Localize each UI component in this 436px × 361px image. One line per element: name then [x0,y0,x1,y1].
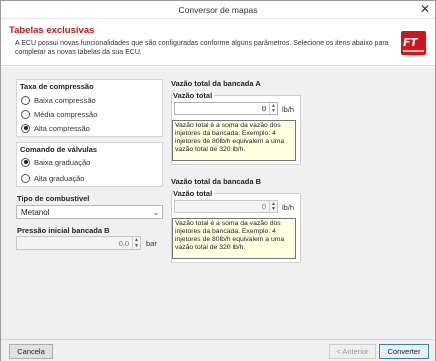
fuel-type-label: Tipo de combustível [17,194,90,203]
radio-button[interactable] [21,173,30,183]
bank-b-unit: lb/h [282,203,295,212]
radio-button[interactable] [21,109,30,119]
wizard-footer: Cancela < Anterior Converter [1,339,435,361]
brand-logo-text: FT [403,36,418,49]
radio-label: Alta graduação [34,173,85,183]
bank-b-flow-spinbox[interactable]: 0 ▲ ▼ [174,200,278,213]
compression-group: Taxa de compressão Baixa compressão Médi… [16,79,163,137]
brand-logo: FT [401,31,426,55]
pressure-label: Pressão inicial bancada B [17,226,110,235]
fuel-type-select[interactable]: Metanol ⌄ [16,205,163,219]
pressure-value: 0,0 [118,238,129,248]
radio-low-compression[interactable]: Baixa compressão [21,95,96,105]
compression-title: Taxa de compressão [20,82,94,91]
radio-label: Baixa graduação [34,157,91,167]
bank-a-flow-value: 0 [261,104,266,113]
bank-b-legend: Vazão total [173,189,215,198]
cancel-button[interactable]: Cancela [9,344,53,359]
fuel-type-value: Metanol [21,207,50,217]
radio-button-selected[interactable] [21,123,30,133]
bank-b-title: Vazão total da bancada B [171,177,262,186]
radio-label: Alta compressão [34,123,90,133]
radio-label: Média compressão [34,109,98,119]
previous-button[interactable]: < Anterior [329,344,376,359]
bank-b-tooltip: Vazão total é a soma da vazão dos injeto… [172,218,296,259]
radio-button-selected[interactable] [21,157,30,167]
content-area: Taxa de compressão Baixa compressão Médi… [1,67,435,339]
spin-arrows-icon[interactable]: ▲ ▼ [132,237,140,249]
spin-arrows-icon[interactable]: ▲ ▼ [269,201,277,212]
radio-high-compression[interactable]: Alta compressão [21,123,90,133]
close-icon[interactable]: ✕ [420,2,430,16]
spin-arrows-icon[interactable]: ▲ ▼ [269,103,277,114]
radio-button[interactable] [21,95,30,105]
bank-a-flow-spinbox[interactable]: 0 ▲ ▼ [174,102,278,115]
page-title: Tabelas exclusivas [9,25,95,36]
converter-window: Conversor de mapas ✕ Tabelas exclusivas … [0,0,436,361]
radio-medium-compression[interactable]: Média compressão [21,109,97,119]
valves-title: Comando de válvulas [20,145,98,154]
valves-group: Comando de válvulas Baixa graduação Alta… [16,142,163,187]
bank-a-tooltip: Vazão total é a soma da vazão dos injeto… [172,120,296,161]
convert-button[interactable]: Converter [379,344,429,359]
chevron-down-icon[interactable]: ⌄ [150,208,162,217]
bank-a-unit: lb/h [282,105,295,114]
pressure-spinbox[interactable]: 0,0 ▲ ▼ [16,236,141,250]
radio-low-graduation[interactable]: Baixa graduação [21,157,90,167]
bank-a-title: Vazão total da bancada A [171,79,261,88]
pressure-unit: bar [146,239,157,248]
bank-a-legend: Vazão total [173,91,215,100]
page-description: A ECU possui novas funcionalidades que s… [15,40,389,56]
window-title: Conversor de mapas [178,5,258,15]
bank-b-flow-value: 0 [261,202,266,211]
title-bar: Conversor de mapas ✕ [1,1,435,19]
wizard-header: Tabelas exclusivas A ECU possui novas fu… [1,20,435,66]
brand-logo-stripe [403,50,424,52]
radio-label: Baixa compressão [34,95,96,105]
radio-high-graduation[interactable]: Alta graduação [21,173,84,183]
